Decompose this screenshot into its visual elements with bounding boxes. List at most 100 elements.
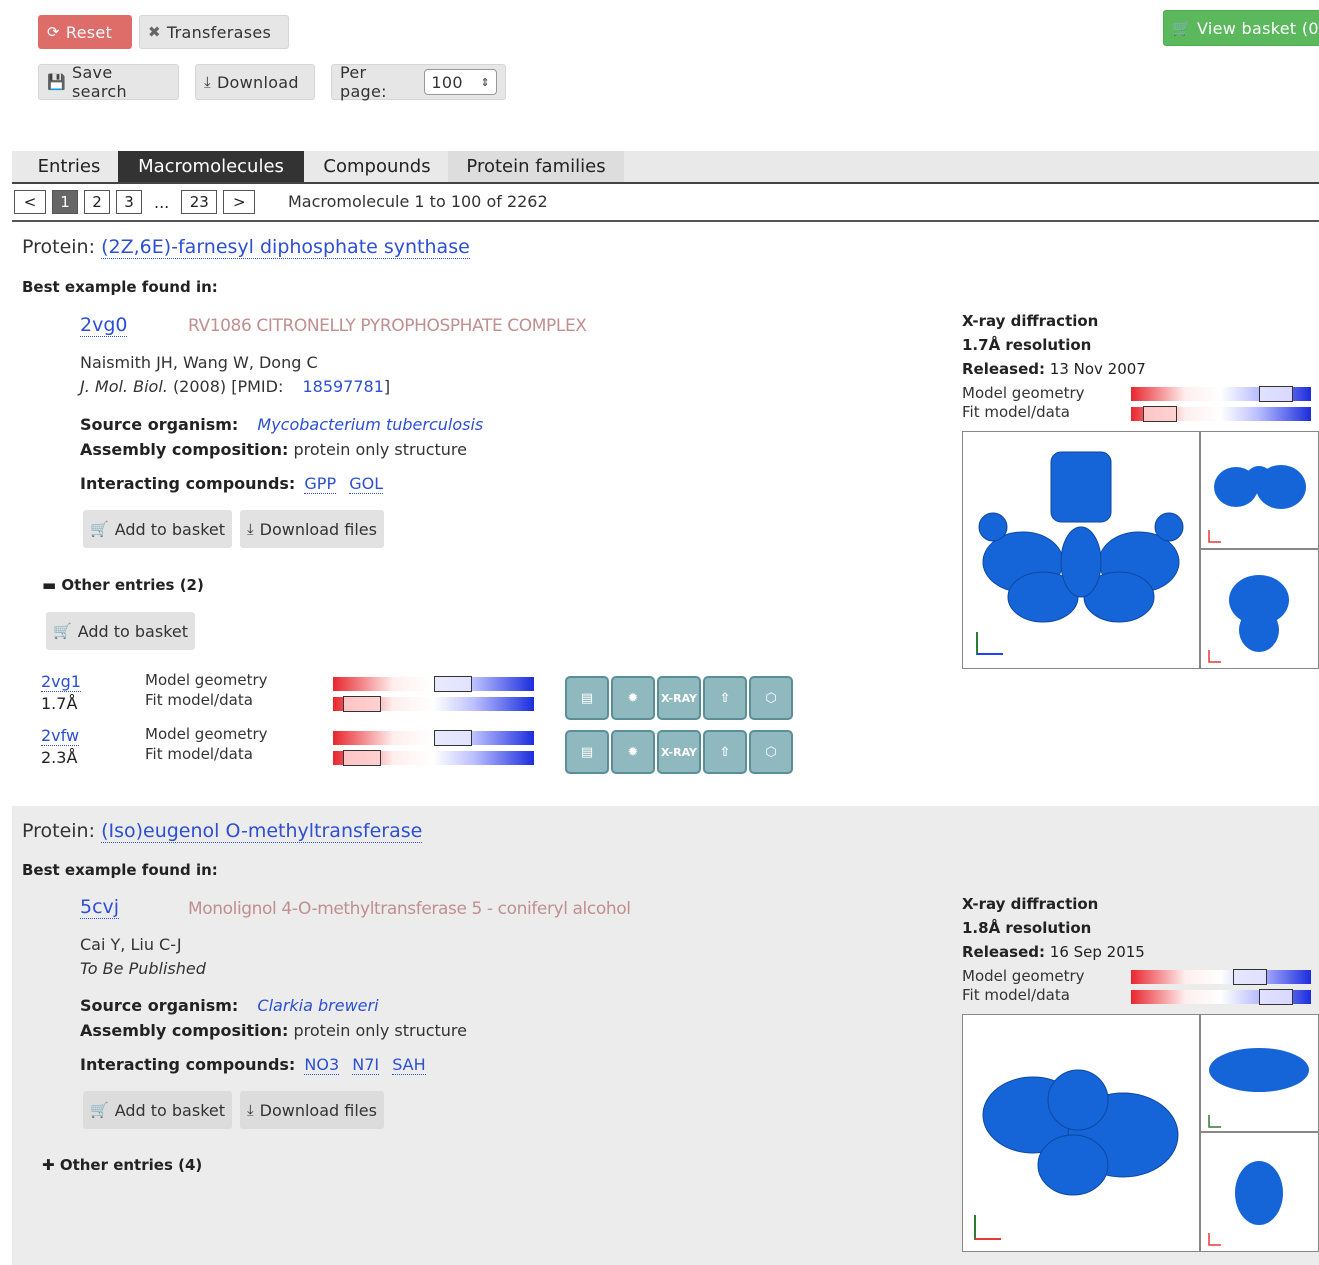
- reset-button[interactable]: ⟳ Reset: [38, 15, 132, 49]
- download-files-button[interactable]: ⤓ Download files: [240, 1091, 384, 1129]
- tab-label: Macromolecules: [138, 156, 284, 177]
- per-page-control: Per page: 100 ⇕: [331, 63, 506, 101]
- other-entry-resolution: 2.3Å: [41, 748, 78, 767]
- organism-link[interactable]: Clarkia breweri: [257, 996, 378, 1015]
- citation: J. Mol. Biol. (2008) [PMID: 18597781]: [80, 377, 390, 396]
- structure-image-side-2[interactable]: [1200, 1132, 1319, 1252]
- add-basket-label: Add to basket: [77, 621, 189, 641]
- download-icon: ⤓: [247, 519, 254, 538]
- model-geometry-label: Model geometry: [962, 384, 1085, 402]
- compound-link[interactable]: SAH: [392, 1055, 426, 1075]
- fit-model-label: Fit model/data: [145, 691, 253, 709]
- compounds-label: Interacting compounds:: [80, 1055, 296, 1074]
- structure-image-main[interactable]: [962, 431, 1200, 669]
- source-label: Source organism:: [80, 996, 239, 1015]
- save-search-button[interactable]: 💾 Save search: [38, 63, 179, 101]
- protein-name-link[interactable]: (2Z,6E)-farnesyl diphosphate synthase: [101, 236, 470, 259]
- other-entry-id-link[interactable]: 2vg1: [41, 672, 81, 692]
- download-files-label: Download files: [259, 1100, 377, 1120]
- filter-chip-transferases[interactable]: ✖ Transferases: [139, 15, 289, 49]
- basket-icon: 🛒: [90, 519, 109, 538]
- download-files-button[interactable]: ⤓ Download files: [240, 510, 384, 548]
- minus-icon: ▬: [42, 576, 57, 594]
- entry-icons: ▤ ✹ X-RAY ⇧ ⬡: [565, 730, 793, 774]
- xray-icon[interactable]: X-RAY: [657, 676, 701, 720]
- prev-page-button[interactable]: <: [14, 190, 46, 214]
- model-geometry-marker: [434, 730, 473, 746]
- arrow-up-icon[interactable]: ⇧: [703, 730, 747, 774]
- book-icon[interactable]: ▤: [565, 676, 609, 720]
- compound-link[interactable]: NO3: [304, 1055, 340, 1075]
- protein-prefix: Protein:: [22, 236, 96, 258]
- tab-compounds[interactable]: Compounds: [308, 151, 446, 182]
- other-entry-id-link[interactable]: 2vfw: [41, 726, 80, 746]
- pager-ellipsis: ...: [154, 192, 170, 212]
- compound-link[interactable]: GPP: [304, 474, 337, 494]
- entry-title: Monolignol 4-O-methyltransferase 5 - con…: [188, 899, 631, 919]
- next-page-button[interactable]: >: [223, 190, 256, 214]
- plus-icon: ✚: [42, 1156, 55, 1174]
- other-entries-toggle[interactable]: ▬ Other entries (2): [42, 576, 204, 594]
- other-add-to-basket-button[interactable]: 🛒 Add to basket: [46, 612, 196, 650]
- tab-macromolecules[interactable]: Macromolecules: [118, 151, 304, 182]
- select-arrows-icon: ⇕: [480, 75, 490, 89]
- protein-side-view: [1208, 465, 1306, 543]
- fit-model-marker: [1259, 989, 1294, 1005]
- model-geometry-label: Model geometry: [145, 671, 268, 689]
- per-page-label: Per page:: [340, 63, 387, 101]
- protein-name-link[interactable]: (Iso)eugenol O-methyltransferase: [101, 820, 423, 843]
- compound-link[interactable]: GOL: [349, 474, 384, 494]
- pagination: < 1 2 3 ... 23 >: [14, 190, 256, 214]
- entry-icons: ▤ ✹ X-RAY ⇧ ⬡: [565, 676, 793, 720]
- protein-heading: Protein: (2Z,6E)-farnesyl diphosphate sy…: [22, 236, 470, 259]
- best-example-label: Best example found in:: [22, 861, 218, 879]
- protein-side-view: [1208, 1048, 1309, 1128]
- pdb-id-link[interactable]: 2vg0: [80, 314, 128, 337]
- other-entries-label: Other entries (4): [59, 1156, 203, 1174]
- model-geometry-marker: [1233, 969, 1268, 985]
- hexagon-icon[interactable]: ⬡: [749, 730, 793, 774]
- arrow-up-icon[interactable]: ⇧: [703, 676, 747, 720]
- tab-protein-families[interactable]: Protein families: [448, 151, 624, 182]
- assembly-composition: Assembly composition: protein only struc…: [80, 440, 467, 459]
- structure-image-side-2[interactable]: [1200, 549, 1319, 669]
- dna-icon[interactable]: ✹: [611, 730, 655, 774]
- page-1-button[interactable]: 1: [52, 190, 78, 214]
- dna-icon[interactable]: ✹: [611, 676, 655, 720]
- view-basket-button[interactable]: 🛒 View basket (0): [1163, 10, 1319, 46]
- hexagon-icon[interactable]: ⬡: [749, 676, 793, 720]
- protein-top-view: [1208, 1161, 1283, 1246]
- model-geometry-marker: [434, 676, 473, 692]
- last-page-button[interactable]: 23: [181, 190, 218, 214]
- organism-link[interactable]: Mycobacterium tuberculosis: [257, 415, 483, 434]
- compound-link[interactable]: N7I: [352, 1055, 380, 1075]
- add-to-basket-button[interactable]: 🛒 Add to basket: [83, 510, 233, 548]
- other-entry-row: 2vg1 1.7Å Model geometry Fit model/data …: [12, 670, 912, 720]
- entry-title: RV1086 CITRONELLY PYROPHOSPHATE COMPLEX: [188, 316, 587, 336]
- structure-image-side-1[interactable]: [1200, 431, 1319, 549]
- structure-image-main[interactable]: [962, 1014, 1200, 1252]
- add-basket-label: Add to basket: [114, 1100, 226, 1120]
- tab-label: Compounds: [323, 156, 431, 177]
- download-files-label: Download files: [259, 519, 377, 539]
- other-entries-toggle[interactable]: ✚ Other entries (4): [42, 1156, 202, 1174]
- journal-name: J. Mol. Biol.: [80, 377, 168, 396]
- download-label: Download: [216, 72, 299, 92]
- page-2-button[interactable]: 2: [84, 190, 110, 214]
- download-button[interactable]: ⤓ Download: [195, 64, 315, 100]
- assembly-value: protein only structure: [293, 1021, 468, 1040]
- model-geometry-label: Model geometry: [962, 967, 1085, 985]
- pmid-link[interactable]: 18597781: [302, 377, 383, 396]
- resolution: 1.7Å resolution: [962, 336, 1092, 354]
- page-3-button[interactable]: 3: [116, 190, 142, 214]
- xray-icon[interactable]: X-RAY: [657, 730, 701, 774]
- add-to-basket-button[interactable]: 🛒 Add to basket: [83, 1091, 233, 1129]
- other-entries-label: Other entries (2): [61, 576, 204, 594]
- per-page-select[interactable]: 100 ⇕: [424, 69, 497, 95]
- assembly-composition: Assembly composition: protein only struc…: [80, 1021, 467, 1040]
- tab-entries[interactable]: Entries: [20, 151, 118, 182]
- pdb-id-link[interactable]: 5cvj: [80, 896, 120, 919]
- structure-image-side-1[interactable]: [1200, 1014, 1319, 1132]
- fit-model-marker: [342, 696, 381, 712]
- book-icon[interactable]: ▤: [565, 730, 609, 774]
